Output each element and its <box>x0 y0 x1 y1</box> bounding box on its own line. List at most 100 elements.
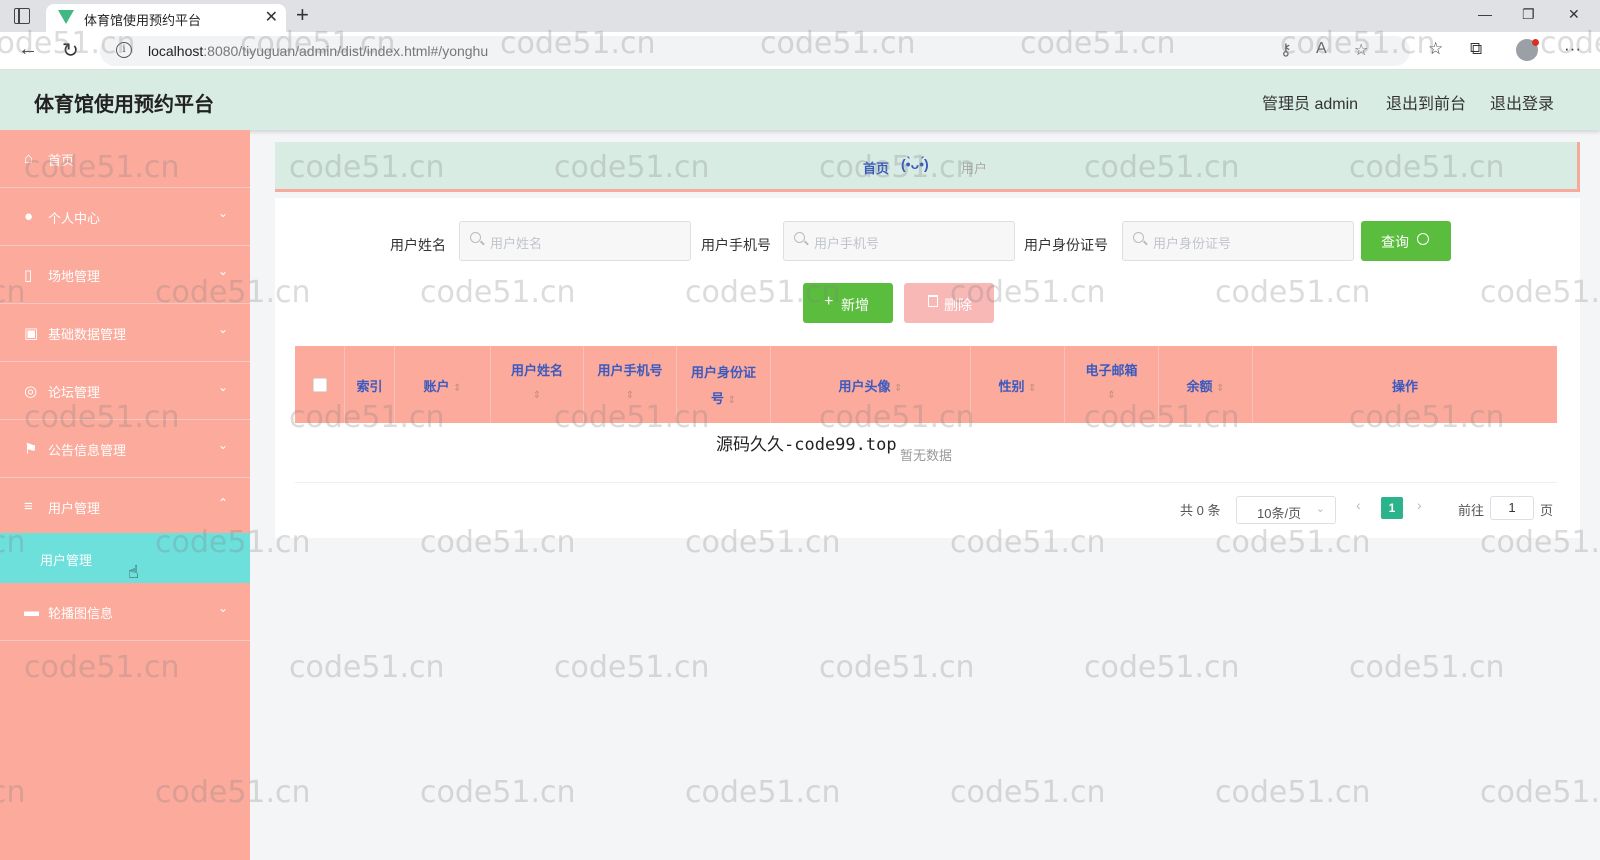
restore-icon[interactable]: ❐ <box>1522 6 1535 23</box>
url-text: localhost:8080/tiyuguan/admin/dist/index… <box>148 43 489 59</box>
reload-icon[interactable]: ↻ <box>62 38 79 63</box>
sidebar-item-carousel[interactable]: ▬ 轮播图信息 ⌄ <box>0 583 250 641</box>
sort-icon[interactable]: ⇕ <box>533 390 541 401</box>
logout-link[interactable]: 退出登录 <box>1490 90 1554 114</box>
chevron-down-icon: ⌄ <box>217 601 228 615</box>
venue-icon: ▯ <box>24 267 33 284</box>
sidebar-item-label: 轮播图信息 <box>48 606 114 621</box>
site-info-icon[interactable]: i <box>116 42 132 58</box>
window-close-icon[interactable]: ✕ <box>1568 6 1580 23</box>
chevron-down-icon: ⌄ <box>217 206 228 220</box>
column-header-email[interactable]: 电子邮箱 ⇕ <box>1065 346 1159 423</box>
empty-text: 暂无数据 <box>900 448 953 463</box>
select-all-checkbox[interactable] <box>313 378 327 392</box>
id-search-placeholder: 用户身份证号 <box>1153 236 1232 251</box>
page-suffix: 页 <box>1540 503 1554 518</box>
sidebar-item-label: 基础数据管理 <box>48 327 127 342</box>
minimize-icon[interactable]: — <box>1478 6 1492 22</box>
watermark-text: code51.cn <box>1349 650 1505 685</box>
phone-search-input[interactable]: 用户手机号 <box>783 221 1015 261</box>
sort-icon[interactable]: ⇕ <box>1107 390 1115 401</box>
user-icon: ● <box>24 208 34 225</box>
breadcrumb-separator: (•̀ᴗ•́) <box>901 156 929 172</box>
watermark-text: code51.cn <box>1084 650 1240 685</box>
breadcrumb-home[interactable]: 首页 <box>863 158 889 177</box>
add-favorite-icon[interactable]: ☆ <box>1354 40 1368 60</box>
watermark-text: code51.cn <box>950 775 1106 810</box>
browser-tab[interactable]: 体育馆使用预约平台 ✕ <box>46 4 286 32</box>
page-size-value: 10条/页 <box>1257 506 1302 521</box>
tab-title: 体育馆使用预约平台 <box>84 13 202 28</box>
sidebar-item-personal-center[interactable]: ● 个人中心 ⌄ <box>0 188 250 246</box>
phone-search-label: 用户手机号 <box>701 237 771 253</box>
read-aloud-icon[interactable]: A <box>1316 40 1327 58</box>
sidebar-item-home[interactable]: ⌂ 首页 <box>0 130 250 188</box>
collections-icon[interactable]: ⧉ <box>1470 39 1482 59</box>
column-header-gender[interactable]: 性别 ⇕ <box>971 346 1065 423</box>
column-label: 性别 <box>998 379 1025 394</box>
column-header-phone[interactable]: 用户手机号 ⇕ <box>584 346 677 423</box>
key-icon[interactable]: ⚷ <box>1280 40 1292 60</box>
tab-close-icon[interactable]: ✕ <box>265 7 278 27</box>
sort-icon[interactable]: ⇕ <box>1028 383 1036 394</box>
home-icon: ⌂ <box>24 150 34 167</box>
next-page-icon[interactable]: › <box>1417 497 1422 513</box>
carousel-icon: ▬ <box>24 603 39 620</box>
sidebar-item-label: 论坛管理 <box>48 385 101 400</box>
sidebar-item-venue[interactable]: ▯ 场地管理 ⌄ <box>0 246 250 304</box>
column-label: 索引 <box>356 379 383 394</box>
column-header-id-number[interactable]: 用户身份证号 ⇕ <box>677 346 771 423</box>
query-button[interactable]: 查询 <box>1361 221 1451 261</box>
chevron-down-icon: ⌄ <box>1315 503 1325 515</box>
column-label: 用户头像 <box>838 379 891 394</box>
data-icon: ▣ <box>24 325 39 342</box>
current-page-button[interactable]: 1 <box>1381 497 1403 519</box>
sidebar-item-forum[interactable]: ◎ 论坛管理 ⌄ <box>0 362 250 420</box>
column-header-avatar[interactable]: 用户头像 ⇕ <box>771 346 971 423</box>
sidebar-item-notice[interactable]: ⚑ 公告信息管理 ⌄ <box>0 420 250 478</box>
breadcrumb-current: 用户 <box>961 161 988 176</box>
id-search-input[interactable]: 用户身份证号 <box>1122 221 1354 261</box>
chevron-down-icon: ⌄ <box>217 322 228 336</box>
delete-button-label: 删除 <box>944 297 972 313</box>
add-button-label: 新增 <box>841 297 869 313</box>
admin-label: 管理员 admin <box>1262 96 1359 113</box>
table-header: 索引 账户 ⇕ 用户姓名 ⇕ 用户手机号 ⇕ 用户身份证号 ⇕ 用户头像 ⇕ 性… <box>295 346 1557 423</box>
column-header-balance[interactable]: 余额 ⇕ <box>1159 346 1253 423</box>
sort-icon[interactable]: ⇕ <box>894 383 902 394</box>
sidebar-item-user-management[interactable]: ≡ 用户管理 ⌃ <box>0 478 250 536</box>
app-title: 体育馆使用预约平台 <box>34 94 214 116</box>
browser-tab-bar: 体育馆使用预约平台 ✕ + — ❐ ✕ <box>0 0 1600 32</box>
goto-label: 前往 <box>1458 503 1485 518</box>
favorites-icon[interactable]: ☆ <box>1428 39 1443 59</box>
tab-actions-icon[interactable] <box>14 8 30 24</box>
url-field[interactable]: i localhost:8080/tiyuguan/admin/dist/ind… <box>100 36 1410 66</box>
column-header-user-name[interactable]: 用户姓名 ⇕ <box>491 346 584 423</box>
goto-page-input[interactable]: 1 <box>1490 496 1534 520</box>
page-size-select[interactable]: 10条/页 ⌄ <box>1236 496 1336 524</box>
column-header-account[interactable]: 账户 ⇕ <box>395 346 491 423</box>
vue-favicon-icon <box>58 10 74 24</box>
add-button[interactable]: + 新增 <box>803 283 893 323</box>
watermark-text: code51.cn <box>289 650 445 685</box>
app-header: 体育馆使用预约平台 管理员 admin 退出到前台 退出登录 <box>0 70 1600 130</box>
sort-icon[interactable]: ⇕ <box>1216 383 1224 394</box>
new-tab-icon[interactable]: + <box>296 2 309 28</box>
chevron-up-icon: ⌃ <box>217 496 228 510</box>
sort-icon[interactable]: ⇕ <box>626 390 634 401</box>
delete-button[interactable]: 删除 <box>904 283 994 323</box>
chevron-down-icon: ⌄ <box>217 264 228 278</box>
sidebar-item-basic-data[interactable]: ▣ 基础数据管理 ⌄ <box>0 304 250 362</box>
more-menu-icon[interactable]: ··· <box>1564 39 1581 59</box>
prev-page-icon[interactable]: ‹ <box>1356 497 1361 513</box>
sort-icon[interactable]: ⇕ <box>728 395 736 406</box>
name-search-input[interactable]: 用户姓名 <box>459 221 691 261</box>
browser-address-bar: ← ↻ i localhost:8080/tiyuguan/admin/dist… <box>0 32 1600 70</box>
sidebar-subitem-label: 用户管理 <box>40 553 93 568</box>
sort-icon[interactable]: ⇕ <box>453 383 461 394</box>
exit-to-frontend-link[interactable]: 退出到前台 <box>1386 90 1466 114</box>
list-icon: ≡ <box>24 498 33 515</box>
sidebar-item-label: 首页 <box>48 153 75 168</box>
sidebar-subitem-user-management[interactable]: 用户管理 <box>0 533 250 583</box>
back-icon[interactable]: ← <box>18 38 38 61</box>
